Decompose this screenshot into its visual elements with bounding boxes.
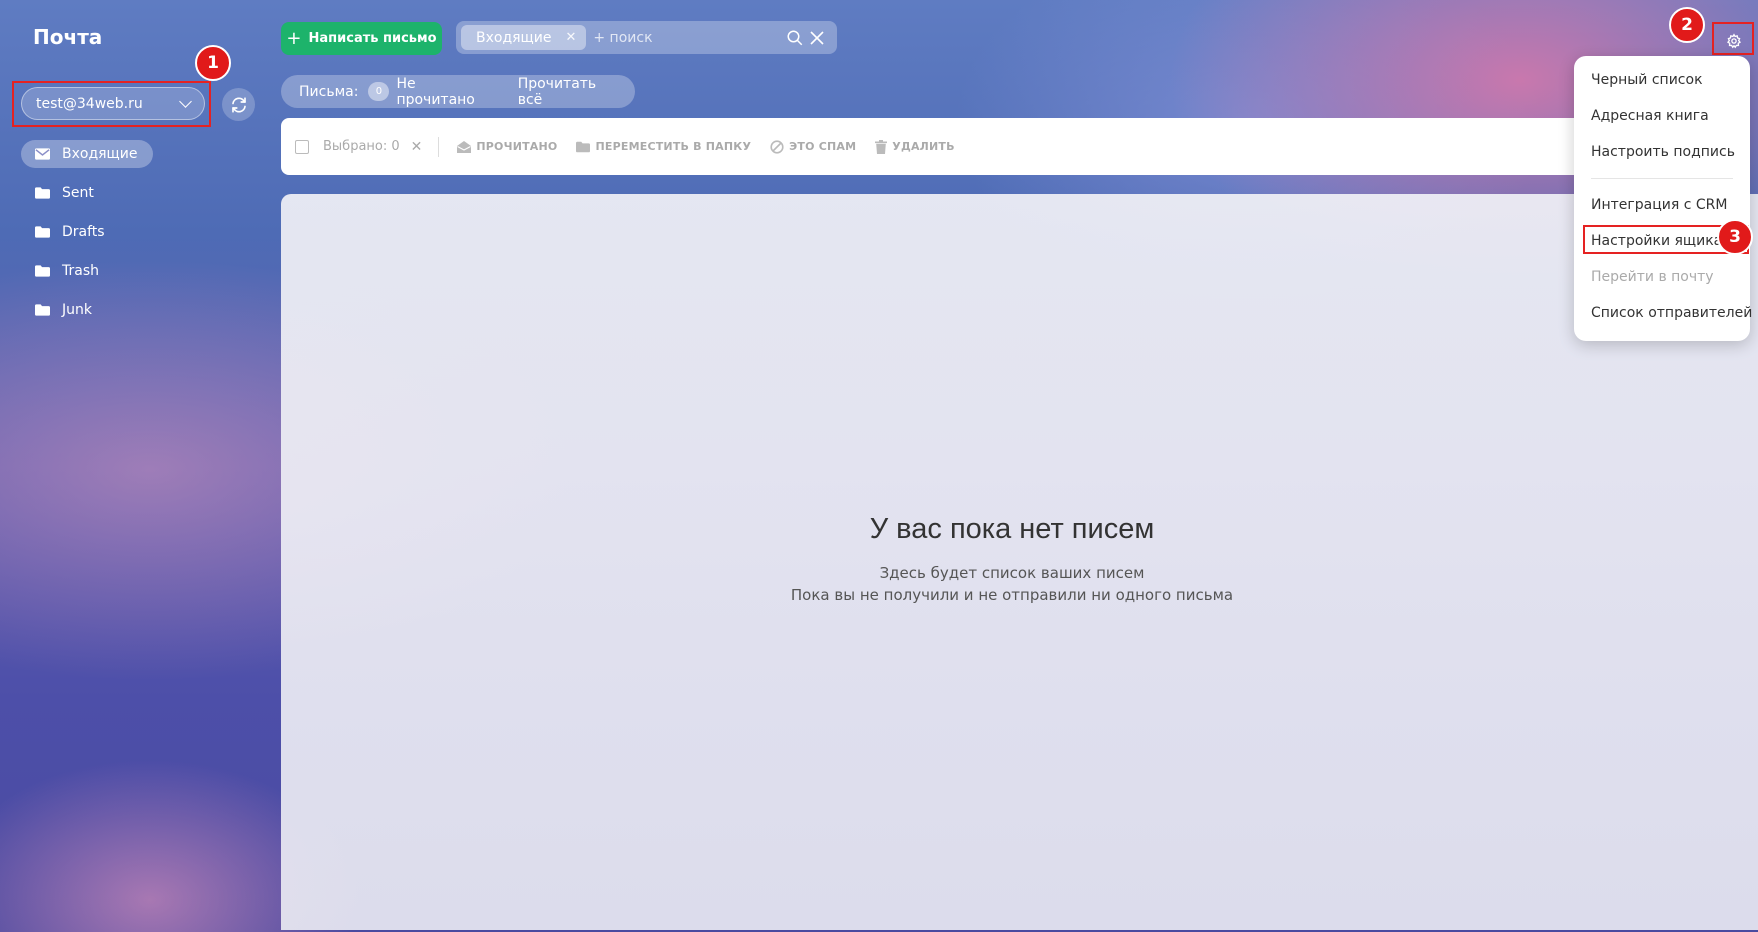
search-folder-chip[interactable]: Входящие ✕ [461,25,587,50]
folder-icon [35,265,50,277]
summary-label: Письма: [299,83,359,100]
annotation-badge-1: 1 [195,45,231,81]
search-input[interactable]: + поиск [593,30,786,46]
annotation-badge-3: 3 [1717,219,1753,255]
annotation-badge-2: 2 [1669,7,1705,43]
menu-divider [1591,178,1733,179]
menu-item-signature[interactable]: Настроить подпись [1591,144,1735,160]
folder-move-icon [576,141,591,152]
menu-item-crm-integration[interactable]: Интеграция с CRM [1591,197,1727,213]
message-list-area: У вас пока нет писем Здесь будет список … [281,194,1758,930]
close-icon[interactable]: ✕ [565,30,576,45]
trash-icon [875,139,888,154]
folder-sent[interactable]: Sent [21,179,153,207]
folder-trash[interactable]: Trash [21,257,153,285]
plus-icon: + [286,28,302,49]
folder-drafts[interactable]: Drafts [21,218,153,246]
unread-filter[interactable]: Не прочитано [396,76,490,108]
clear-selection-icon[interactable]: ✕ [411,139,423,155]
compose-label: Написать письмо [308,31,437,46]
delete-label: УДАЛИТЬ [892,140,955,153]
refresh-icon [231,96,246,113]
menu-item-senders-list[interactable]: Список отправителей [1591,305,1752,321]
search-chip-label: Входящие [476,29,552,46]
folder-label: Sent [62,185,94,201]
settings-highlight-box [1712,22,1754,55]
spam-button[interactable]: ЭТО СПАМ [770,139,857,154]
clear-icon[interactable] [810,30,824,45]
open-envelope-icon [457,140,472,153]
folder-icon [35,187,50,199]
folder-label: Drafts [62,224,105,240]
menu-item-blacklist[interactable]: Черный список [1591,72,1703,88]
empty-state-title: У вас пока нет писем [869,513,1155,545]
app-title: Почта [33,25,103,49]
move-to-folder-button[interactable]: ПЕРЕМЕСТИТЬ В ПАПКУ [576,140,751,153]
select-all-checkbox[interactable] [295,139,309,154]
folder-label: Входящие [62,146,138,162]
envelope-icon [35,148,50,160]
refresh-button[interactable] [222,88,255,121]
folder-junk[interactable]: Junk [21,296,153,324]
block-icon [770,139,784,154]
read-all-link[interactable]: Прочитать всё [518,76,617,108]
toolbar-divider [438,136,440,157]
delete-button[interactable]: УДАЛИТЬ [875,139,955,154]
folder-icon [35,226,50,238]
empty-state-line-2: Пока вы не получили и не отправили ни од… [790,586,1234,604]
spam-label: ЭТО СПАМ [789,140,857,153]
message-toolbar: Выбрано: 0 ✕ ПРОЧИТАНО ПЕРЕМЕСТИТЬ В ПАП… [281,118,1611,175]
folder-label: Junk [62,302,92,318]
messages-summary: Письма: 0 Не прочитано Прочитать всё [281,75,635,108]
menu-item-go-to-mail: Перейти в почту [1591,269,1714,285]
move-to-folder-label: ПЕРЕМЕСТИТЬ В ПАПКУ [595,140,752,153]
search-bar[interactable]: Входящие ✕ + поиск [456,21,837,54]
selected-count: Выбрано: 0 [323,139,400,154]
search-icon[interactable] [786,29,804,47]
account-highlight-box [12,81,211,127]
mark-read-button[interactable]: ПРОЧИТАНО [457,140,557,153]
empty-state-line-1: Здесь будет список ваших писем [879,564,1145,582]
menu-item-address-book[interactable]: Адресная книга [1591,108,1709,124]
folder-label: Trash [62,263,99,279]
folder-icon [35,304,50,316]
mark-read-label: ПРОЧИТАНО [476,140,558,153]
unread-count: 0 [368,82,390,101]
folder-list: Входящие Sent Drafts Trash Junk [21,140,154,335]
compose-button[interactable]: + Написать письмо [281,22,442,55]
folder-inbox[interactable]: Входящие [21,140,154,168]
settings-menu: Черный список Адресная книга Настроить п… [1574,56,1752,341]
